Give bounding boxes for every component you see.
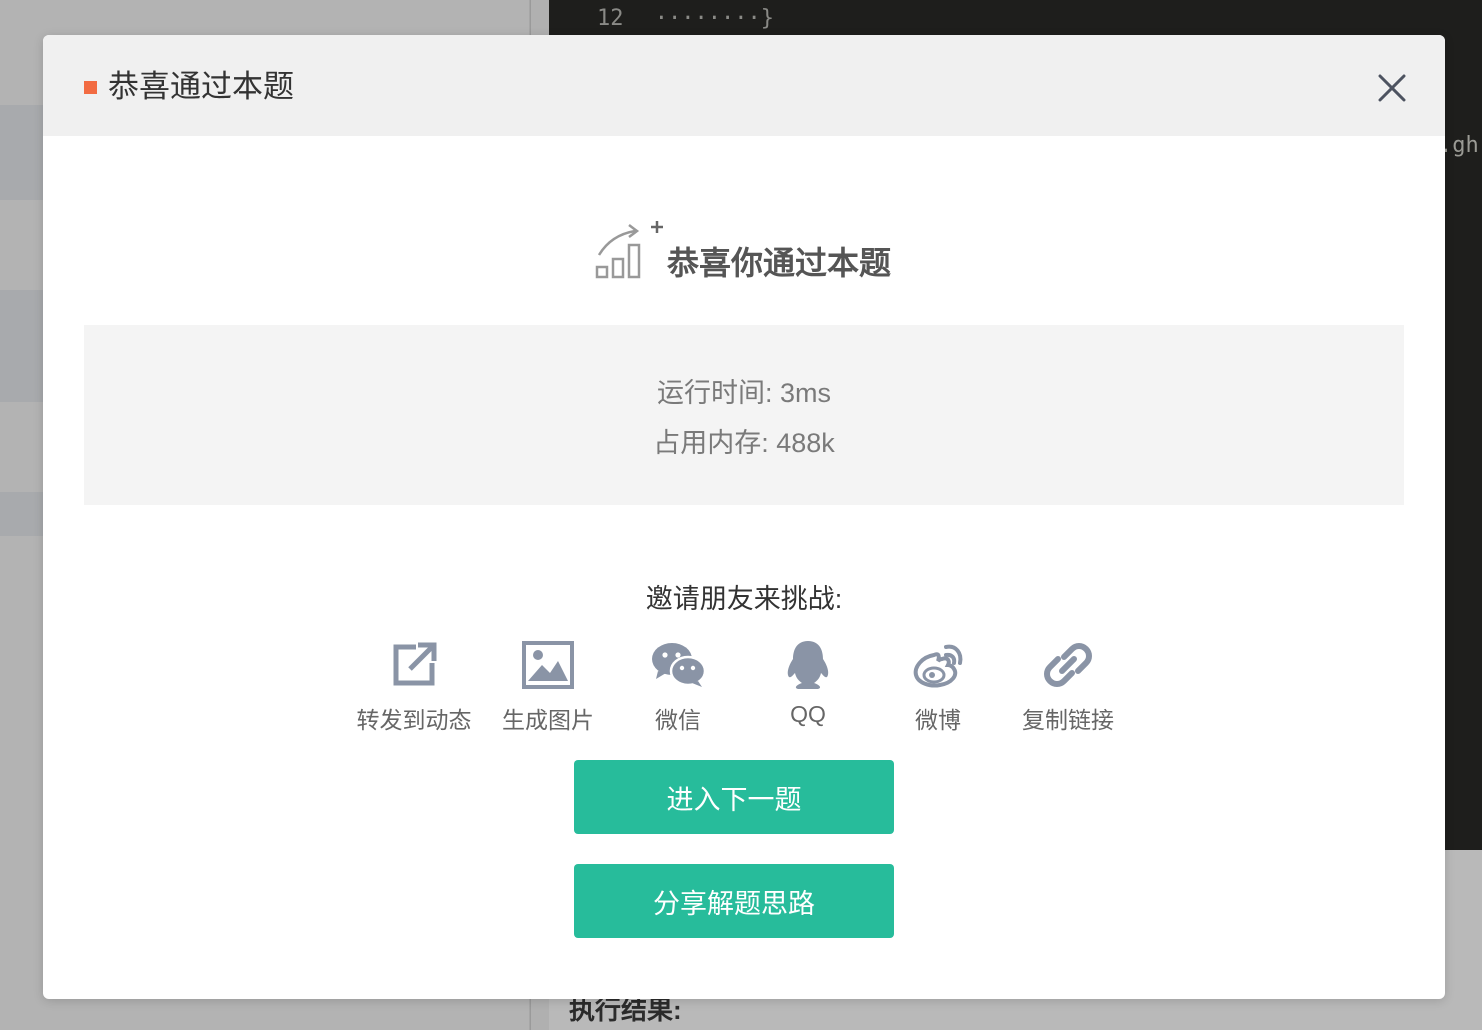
stats-panel: 运行时间: 3ms 占用内存: 488k xyxy=(84,325,1404,505)
success-modal: 恭喜通过本题 恭喜你通过本题 运行时间: 3ms 占用内存: 488k 邀请朋友… xyxy=(43,35,1445,999)
trophy-growth-icon xyxy=(595,221,663,279)
close-icon xyxy=(1378,74,1406,102)
editor-line-code: ········} xyxy=(654,6,774,31)
editor-line-number: 12 xyxy=(597,6,624,31)
share-solution-button[interactable]: 分享解题思路 xyxy=(574,864,894,938)
success-message: 恭喜你通过本题 xyxy=(667,245,892,281)
wechat-icon xyxy=(652,643,706,687)
modal-header: 恭喜通过本题 xyxy=(43,35,1445,136)
editor-line: 12 ········} xyxy=(597,6,774,31)
title-marker-icon xyxy=(84,81,97,94)
invite-title: 邀请朋友来挑战: xyxy=(645,584,843,614)
share-label: QQ xyxy=(790,701,826,727)
share-label: 微博 xyxy=(915,707,961,733)
runtime-stat: 运行时间: 3ms xyxy=(656,378,831,408)
generate-image-button[interactable]: 生成图片 xyxy=(483,637,613,735)
share-qq-button[interactable]: QQ xyxy=(743,637,873,728)
close-button[interactable] xyxy=(1373,69,1411,107)
image-icon xyxy=(522,641,574,689)
success-banner: 恭喜你通过本题 xyxy=(593,215,891,285)
share-wechat-button[interactable]: 微信 xyxy=(613,637,743,735)
share-weibo-button[interactable]: 微博 xyxy=(873,637,1003,735)
share-label: 生成图片 xyxy=(502,707,594,733)
share-label: 复制链接 xyxy=(1022,707,1114,733)
link-icon xyxy=(1044,643,1092,687)
share-to-feed-button[interactable]: 转发到动态 xyxy=(349,637,479,735)
modal-title: 恭喜通过本题 xyxy=(108,69,294,104)
share-label: 转发到动态 xyxy=(356,707,472,733)
next-question-button[interactable]: 进入下一题 xyxy=(574,760,894,834)
share-label: 微信 xyxy=(655,707,701,733)
qq-icon xyxy=(787,641,829,689)
weibo-icon xyxy=(913,644,963,688)
memory-stat: 占用内存: 488k xyxy=(653,428,835,458)
external-share-icon xyxy=(393,642,437,686)
copy-link-button[interactable]: 复制链接 xyxy=(1003,637,1133,735)
